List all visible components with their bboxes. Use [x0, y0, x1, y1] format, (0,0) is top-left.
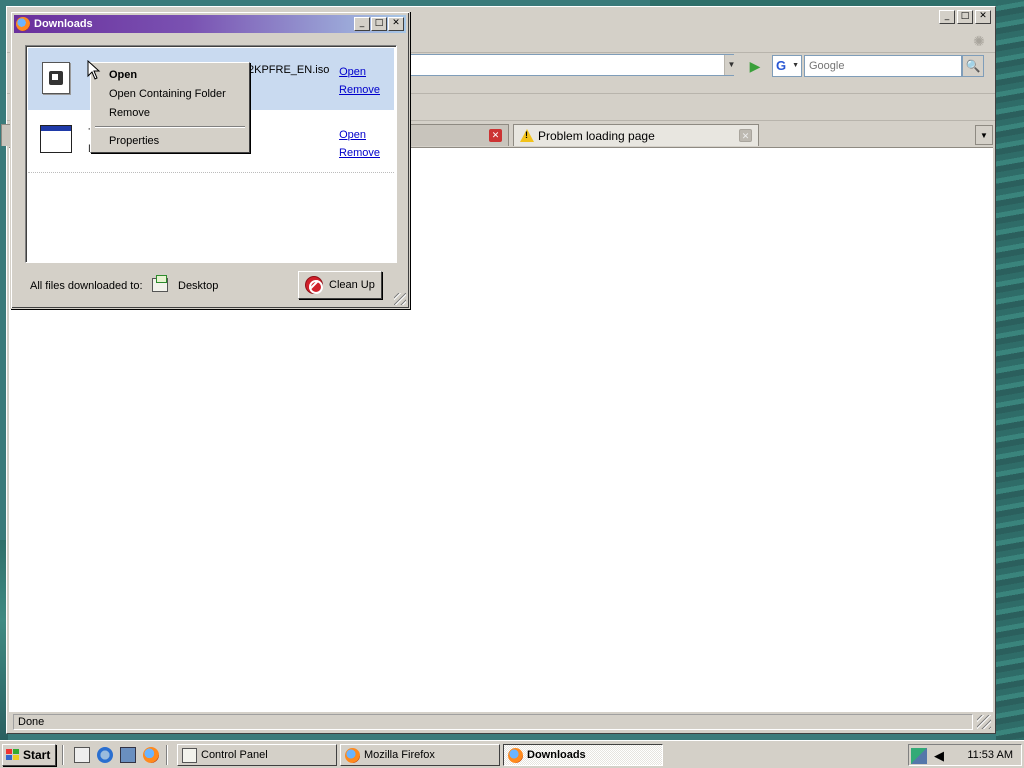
url-history-dropdown[interactable]: ▼ [724, 55, 738, 75]
start-button[interactable]: Start [2, 744, 56, 766]
search-engine-button[interactable]: G ▼ [772, 55, 802, 77]
minimize-button[interactable]: _ [354, 17, 370, 31]
search-input[interactable] [804, 55, 962, 77]
firefox-icon[interactable] [143, 747, 159, 763]
remove-link[interactable]: Remove [339, 147, 380, 159]
maximize-button[interactable]: □ [371, 17, 387, 31]
task-label: Control Panel [201, 749, 268, 761]
close-button[interactable]: ✕ [975, 10, 991, 24]
warning-icon: ! [520, 129, 534, 142]
window-title: Downloads [34, 18, 93, 30]
context-menu-open[interactable]: Open [109, 69, 137, 81]
desktop-background [996, 0, 1024, 740]
context-menu: Open Open Containing Folder Remove Prope… [90, 62, 250, 153]
remove-link[interactable]: Remove [339, 84, 380, 96]
resize-grip[interactable] [394, 293, 406, 305]
tab-title: Problem loading page [538, 128, 655, 143]
start-label: Start [23, 748, 51, 762]
downloads-window: Downloads _ □ ✕ 2KPFRE_EN.iso Open Remov… [10, 11, 410, 309]
downloads-titlebar[interactable]: Downloads _ □ ✕ [14, 15, 406, 33]
taskbar-control-panel[interactable]: Control Panel [177, 744, 337, 766]
firefox-icon [16, 17, 30, 31]
close-button[interactable]: ✕ [388, 17, 404, 31]
minimize-button[interactable]: _ [939, 10, 955, 24]
resize-grip[interactable] [977, 715, 991, 729]
clean-up-button[interactable]: Clean Up [298, 271, 382, 299]
iso-file-icon [42, 62, 70, 94]
windows-logo-icon [6, 749, 20, 761]
firefox-icon [345, 747, 360, 763]
tab-list-button[interactable]: ▼ [975, 125, 993, 145]
show-desktop-icon[interactable] [74, 747, 90, 763]
throbber-icon: ✺ [973, 33, 985, 49]
status-text: Done [13, 714, 973, 730]
outlook-express-icon[interactable] [120, 747, 136, 763]
menu-separator [95, 126, 245, 128]
network-icon[interactable] [911, 748, 927, 764]
control-panel-icon [182, 747, 197, 763]
task-label: Mozilla Firefox [364, 749, 435, 761]
system-tray: ◀ 11:53 AM [908, 744, 1022, 766]
volume-icon[interactable]: ◀ [931, 748, 947, 764]
prohibited-icon [305, 276, 323, 294]
context-menu-open-containing-folder[interactable]: Open Containing Folder [109, 88, 226, 100]
open-link[interactable]: Open [339, 129, 366, 141]
tab-close-icon[interactable]: ✕ [739, 129, 752, 142]
go-icon[interactable]: ▶ [744, 56, 766, 76]
clean-up-label: Clean Up [329, 279, 375, 291]
clock[interactable]: 11:53 AM [967, 749, 1013, 761]
search-icon[interactable]: 🔍 [962, 55, 984, 77]
tab-problem-loading[interactable]: ! Problem loading page ✕ [513, 124, 759, 146]
taskbar-downloads[interactable]: Downloads [503, 744, 663, 766]
status-bar: Done [9, 711, 993, 731]
firefox-icon [508, 747, 523, 763]
maximize-button[interactable]: □ [957, 10, 973, 24]
taskbar-mozilla-firefox[interactable]: Mozilla Firefox [340, 744, 500, 766]
context-menu-properties[interactable]: Properties [109, 135, 159, 147]
context-menu-remove[interactable]: Remove [109, 107, 150, 119]
task-label: Downloads [527, 749, 586, 761]
download-location-label: All files downloaded to: [30, 280, 143, 292]
open-link[interactable]: Open [339, 66, 366, 78]
url-input[interactable] [396, 54, 734, 76]
internet-explorer-icon[interactable] [97, 747, 113, 763]
taskbar: Start Control Panel Mozilla Firefox Down… [0, 740, 1024, 768]
folder-icon [152, 275, 168, 292]
application-icon [40, 125, 72, 153]
download-folder-link[interactable]: Desktop [178, 280, 218, 292]
tab-close-icon[interactable]: ✕ [489, 129, 502, 142]
